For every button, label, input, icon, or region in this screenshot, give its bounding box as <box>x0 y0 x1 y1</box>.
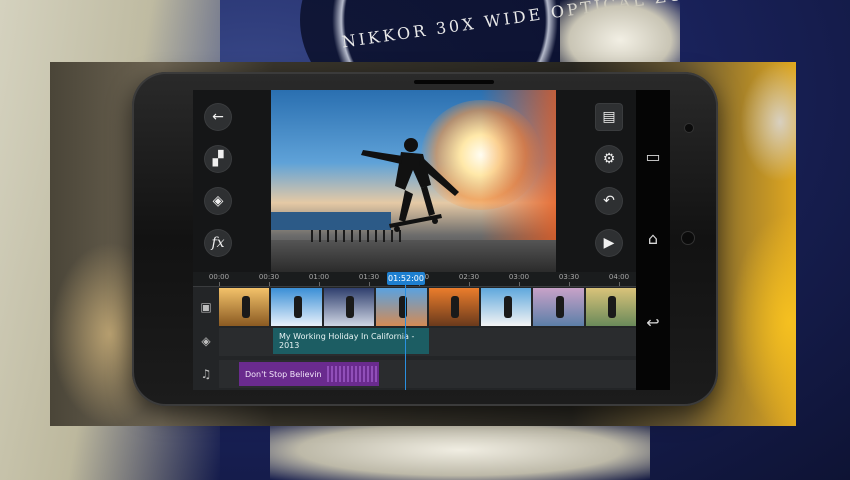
ruler-tick-label: 00:30 <box>258 273 280 281</box>
ruler-tick <box>569 282 570 286</box>
home-button[interactable]: ⌂ <box>640 228 666 248</box>
nav-back-icon: ↩ <box>646 312 660 332</box>
gear-icon: ⚙ <box>602 151 616 167</box>
left-toolbar: ← ▞ ◈ fx <box>193 90 271 272</box>
undo-button[interactable]: ↶ <box>596 188 622 214</box>
music-clip-label: Don't Stop Believin <box>245 369 322 379</box>
media-button[interactable]: ▞ <box>205 146 231 172</box>
play-icon: ▶ <box>603 235 615 251</box>
clip-figure <box>451 296 460 318</box>
play-button[interactable]: ▶ <box>596 230 622 256</box>
nav-back-button[interactable]: ↩ <box>640 312 666 332</box>
clip-figure <box>241 296 250 318</box>
export-icon: ▤ <box>602 109 616 125</box>
clip-figure <box>503 296 512 318</box>
recents-button[interactable]: ▭ <box>640 146 666 166</box>
ruler-tick-label: 02:30 <box>458 273 480 281</box>
phone-camera <box>685 124 693 132</box>
skateboarder-silhouette <box>361 138 459 232</box>
ruler-tick <box>619 282 620 286</box>
fx-button[interactable]: fx <box>205 230 231 256</box>
clip-figure <box>608 296 617 318</box>
ruler-tick-label: 03:30 <box>558 273 580 281</box>
layers-icon: ◈ <box>212 193 224 209</box>
clip-figure <box>555 296 564 318</box>
ruler-tick-label: 01:30 <box>358 273 380 281</box>
export-button[interactable]: ▤ <box>596 104 622 130</box>
background-highlight-bottom <box>270 420 650 480</box>
settings-button[interactable]: ⚙ <box>596 146 622 172</box>
ruler-tick-label: 01:00 <box>308 273 330 281</box>
back-icon: ← <box>212 109 224 125</box>
playhead-line[interactable] <box>405 285 406 390</box>
ruler-tick <box>219 282 220 286</box>
home-icon: ⌂ <box>647 228 659 248</box>
layers-track-icon: ◈ <box>201 334 211 348</box>
music-track-icon: ♫ <box>200 367 212 381</box>
video-clip-thumbnail[interactable] <box>480 288 532 326</box>
right-toolbar: ▤ ⚙ ↶ ▶ <box>556 90 636 272</box>
layers-button[interactable]: ◈ <box>205 188 231 214</box>
ruler-tick-label: 04:00 <box>608 273 630 281</box>
video-clip-thumbnail[interactable] <box>219 288 270 326</box>
video-track[interactable] <box>219 288 636 326</box>
undo-icon: ↶ <box>603 193 615 209</box>
timeline[interactable]: 00:0000:3001:0001:3002:0002:3003:0003:30… <box>193 272 636 390</box>
video-clip-thumbnail[interactable] <box>428 288 479 326</box>
audio-waveform <box>327 366 377 382</box>
ruler-tick-label: 00:00 <box>208 273 230 281</box>
ruler-tick <box>269 282 270 286</box>
ruler-tick <box>319 282 320 286</box>
ruler-tick <box>369 282 370 286</box>
video-preview[interactable] <box>271 90 556 272</box>
video-clip-thumbnail[interactable] <box>376 288 427 326</box>
playhead-time[interactable]: 01:52:00 <box>387 272 425 285</box>
clip-figure <box>294 296 303 318</box>
fx-icon: fx <box>211 235 225 251</box>
back-button[interactable]: ← <box>205 104 231 130</box>
video-track-icon: ▣ <box>200 300 212 314</box>
recents-icon: ▭ <box>645 146 661 166</box>
video-clip-thumbnail[interactable] <box>271 288 322 326</box>
ruler-tick-label: 03:00 <box>508 273 530 281</box>
editor-screen: ← ▞ ◈ fx ▤ ⚙ ↶ ▶ 00:00 00:30 01:00 01:30… <box>193 90 636 390</box>
video-clip-thumbnail[interactable] <box>585 288 636 326</box>
video-clip-thumbnail[interactable] <box>323 288 375 326</box>
clip-figure <box>346 296 355 318</box>
phone-sensor <box>682 232 694 244</box>
ruler-tick <box>469 282 470 286</box>
media-icon: ▞ <box>212 151 224 167</box>
ruler-tick <box>519 282 520 286</box>
video-clip-thumbnail[interactable] <box>533 288 584 326</box>
music-clip[interactable]: Don't Stop Believin <box>239 362 379 386</box>
phone-speaker <box>414 80 494 84</box>
